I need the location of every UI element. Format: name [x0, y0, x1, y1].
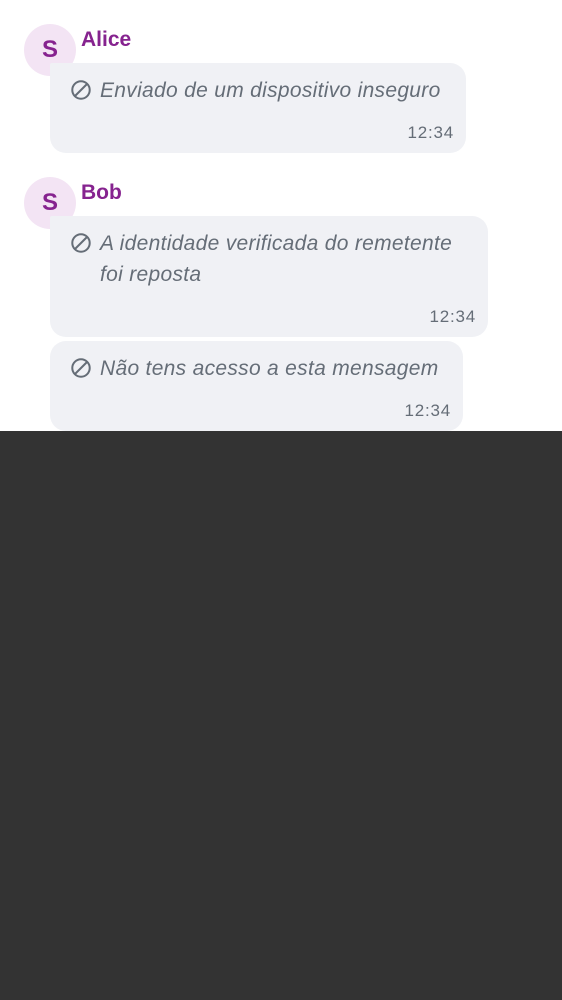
message-body: A identidade verificada do remetente foi… — [70, 228, 475, 290]
sender-name[interactable]: Alice — [81, 28, 131, 52]
message-timestamp: 12:34 — [407, 123, 454, 142]
ban-icon — [71, 358, 91, 378]
message-text: Não tens acesso a esta mensagem — [100, 357, 439, 380]
sender-name[interactable]: Bob — [81, 181, 122, 205]
message-body: Enviado de um dispositivo inseguro — [70, 75, 460, 106]
message-bubble[interactable]: Enviado de um dispositivo inseguro 12:34 — [50, 63, 466, 153]
avatar-initial: S — [41, 189, 58, 216]
message-text: A identidade verificada do remetente foi… — [100, 232, 453, 286]
message-timestamp: 12:34 — [429, 307, 476, 326]
message-timestamp: 12:34 — [404, 401, 451, 420]
message-bubble[interactable]: A identidade verificada do remetente foi… — [50, 216, 488, 337]
ban-icon — [71, 233, 91, 253]
message-bubble[interactable]: Não tens acesso a esta mensagem 12:34 — [50, 341, 463, 431]
message-timeline: S Alice Enviado de um dispositivo insegu… — [0, 0, 562, 431]
ban-icon — [71, 80, 91, 100]
avatar-initial: S — [41, 36, 58, 63]
message-text: Enviado de um dispositivo inseguro — [100, 79, 441, 102]
message-body: Não tens acesso a esta mensagem — [70, 353, 460, 384]
empty-backdrop — [0, 431, 562, 1000]
